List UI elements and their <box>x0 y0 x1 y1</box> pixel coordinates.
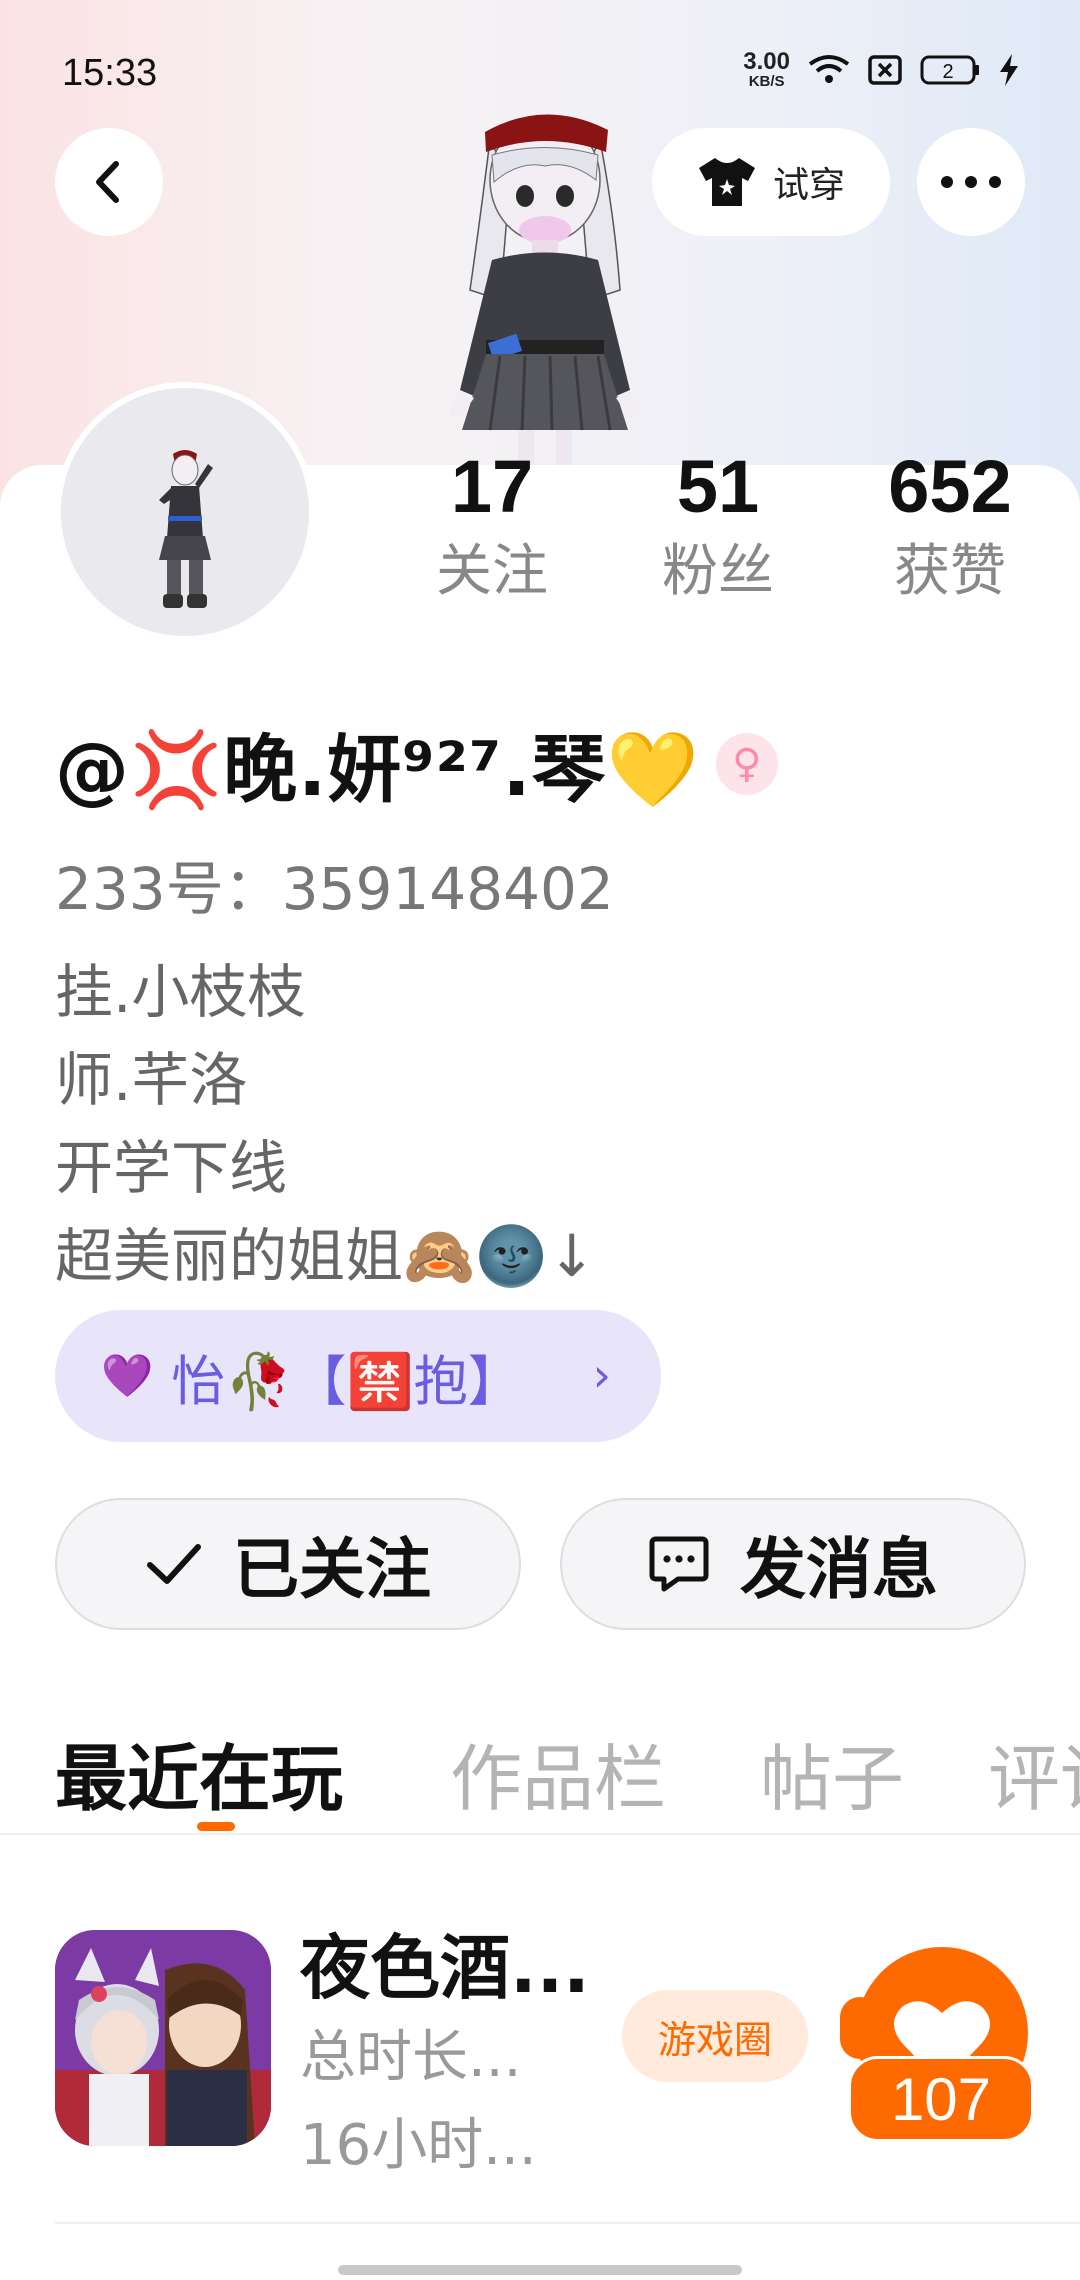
chevron-left-icon <box>96 161 119 203</box>
game-cover-art <box>55 1930 271 2146</box>
profile-avatar[interactable] <box>55 382 315 642</box>
stat-likes-label: 获赞 <box>894 539 1006 604</box>
checkmark-icon <box>147 1544 201 1584</box>
purple-heart-icon: 💜 <box>101 1351 154 1400</box>
stat-likes[interactable]: 652 获赞 <box>850 450 1050 600</box>
nickname: @💢晚.妍⁹²⁷.琴💛 <box>55 727 700 813</box>
sim-blocked-icon <box>868 54 902 85</box>
try-on-button[interactable]: 试穿 <box>652 128 890 236</box>
network-speed-value: 3.00 <box>743 48 790 75</box>
send-message-label: 发消息 <box>740 1531 938 1608</box>
name-row: @💢晚.妍⁹²⁷.琴💛 ♀ <box>55 710 778 817</box>
game-total-duration: 总时长... <box>300 2025 522 2090</box>
stat-following-value: 17 <box>450 445 534 528</box>
recent-game-item[interactable]: 夜色酒... 总时长... 16小时... 游戏圈 107 <box>0 1900 1080 2220</box>
followed-button[interactable]: 已关注 <box>55 1498 521 1630</box>
active-tab-indicator <box>197 1822 235 1831</box>
chevron-right-icon: › <box>592 1348 611 1402</box>
game-icon[interactable] <box>55 1930 271 2146</box>
list-divider <box>55 2222 1080 2224</box>
home-indicator-bar[interactable] <box>338 2265 742 2275</box>
chat-bubble-icon <box>649 1536 709 1592</box>
try-on-label: 试穿 <box>772 165 845 206</box>
tab-recently-played[interactable]: 最近在玩 <box>55 1720 343 1825</box>
status-time: 15:33 <box>62 52 158 94</box>
stat-following-label: 关注 <box>436 539 548 604</box>
bio-line: 开学下线 <box>55 1134 288 1202</box>
game-circle-button[interactable]: 游戏圈 <box>622 1990 808 2082</box>
wifi-icon <box>808 54 850 83</box>
bio-line: 挂.小枝枝 <box>55 958 306 1026</box>
game-title: 夜色酒... <box>300 1927 590 2009</box>
charging-bolt-icon <box>1000 53 1018 86</box>
stat-likes-value: 652 <box>888 445 1012 528</box>
profile-tabs: 最近在玩 作品栏 帖子 评论 <box>0 1710 1080 1835</box>
female-gender-icon: ♀ <box>715 732 778 795</box>
bio-line: 师.芊洛 <box>55 1046 248 1114</box>
stat-followers[interactable]: 51 粉丝 <box>618 450 818 600</box>
back-button[interactable] <box>55 128 163 236</box>
avatar-figure-thumbnail <box>61 388 309 636</box>
bio-line: 超美丽的姐姐🙈🌚↓ <box>55 1222 597 1290</box>
stat-followers-value: 51 <box>676 445 760 528</box>
relationship-chip[interactable]: 💜 怡🥀【🈲抱】 › <box>55 1310 661 1442</box>
relationship-label: 怡🥀【🈲抱】 <box>171 1349 522 1413</box>
stat-followers-label: 粉丝 <box>662 539 774 604</box>
tab-posts[interactable]: 帖子 <box>760 1720 904 1825</box>
tab-comments[interactable]: 评论 <box>988 1720 1080 1825</box>
bio: 挂.小枝枝 师.芊洛 开学下线 超美丽的姐姐🙈🌚↓ <box>55 948 596 1300</box>
tshirt-icon <box>698 158 755 206</box>
more-button[interactable] <box>917 128 1025 236</box>
followed-label: 已关注 <box>233 1531 431 1608</box>
user-id: 233号：359148402 <box>55 855 614 923</box>
status-icons: 3.00 KB/S 2 <box>743 50 1020 89</box>
battery-icon: 2 <box>920 55 979 84</box>
avatar-3d-figure <box>448 114 642 470</box>
network-speed: 3.00 KB/S <box>743 48 790 90</box>
stat-following[interactable]: 17 关注 <box>392 450 592 600</box>
battery-level-text: 2 <box>942 61 953 83</box>
like-count-badge: 107 <box>848 2056 1034 2142</box>
game-duration-hours: 16小时... <box>300 2113 537 2178</box>
send-message-button[interactable]: 发消息 <box>560 1498 1026 1630</box>
more-dots-icon <box>941 176 1001 188</box>
network-speed-unit: KB/S <box>748 73 785 90</box>
tab-works[interactable]: 作品栏 <box>450 1720 666 1825</box>
